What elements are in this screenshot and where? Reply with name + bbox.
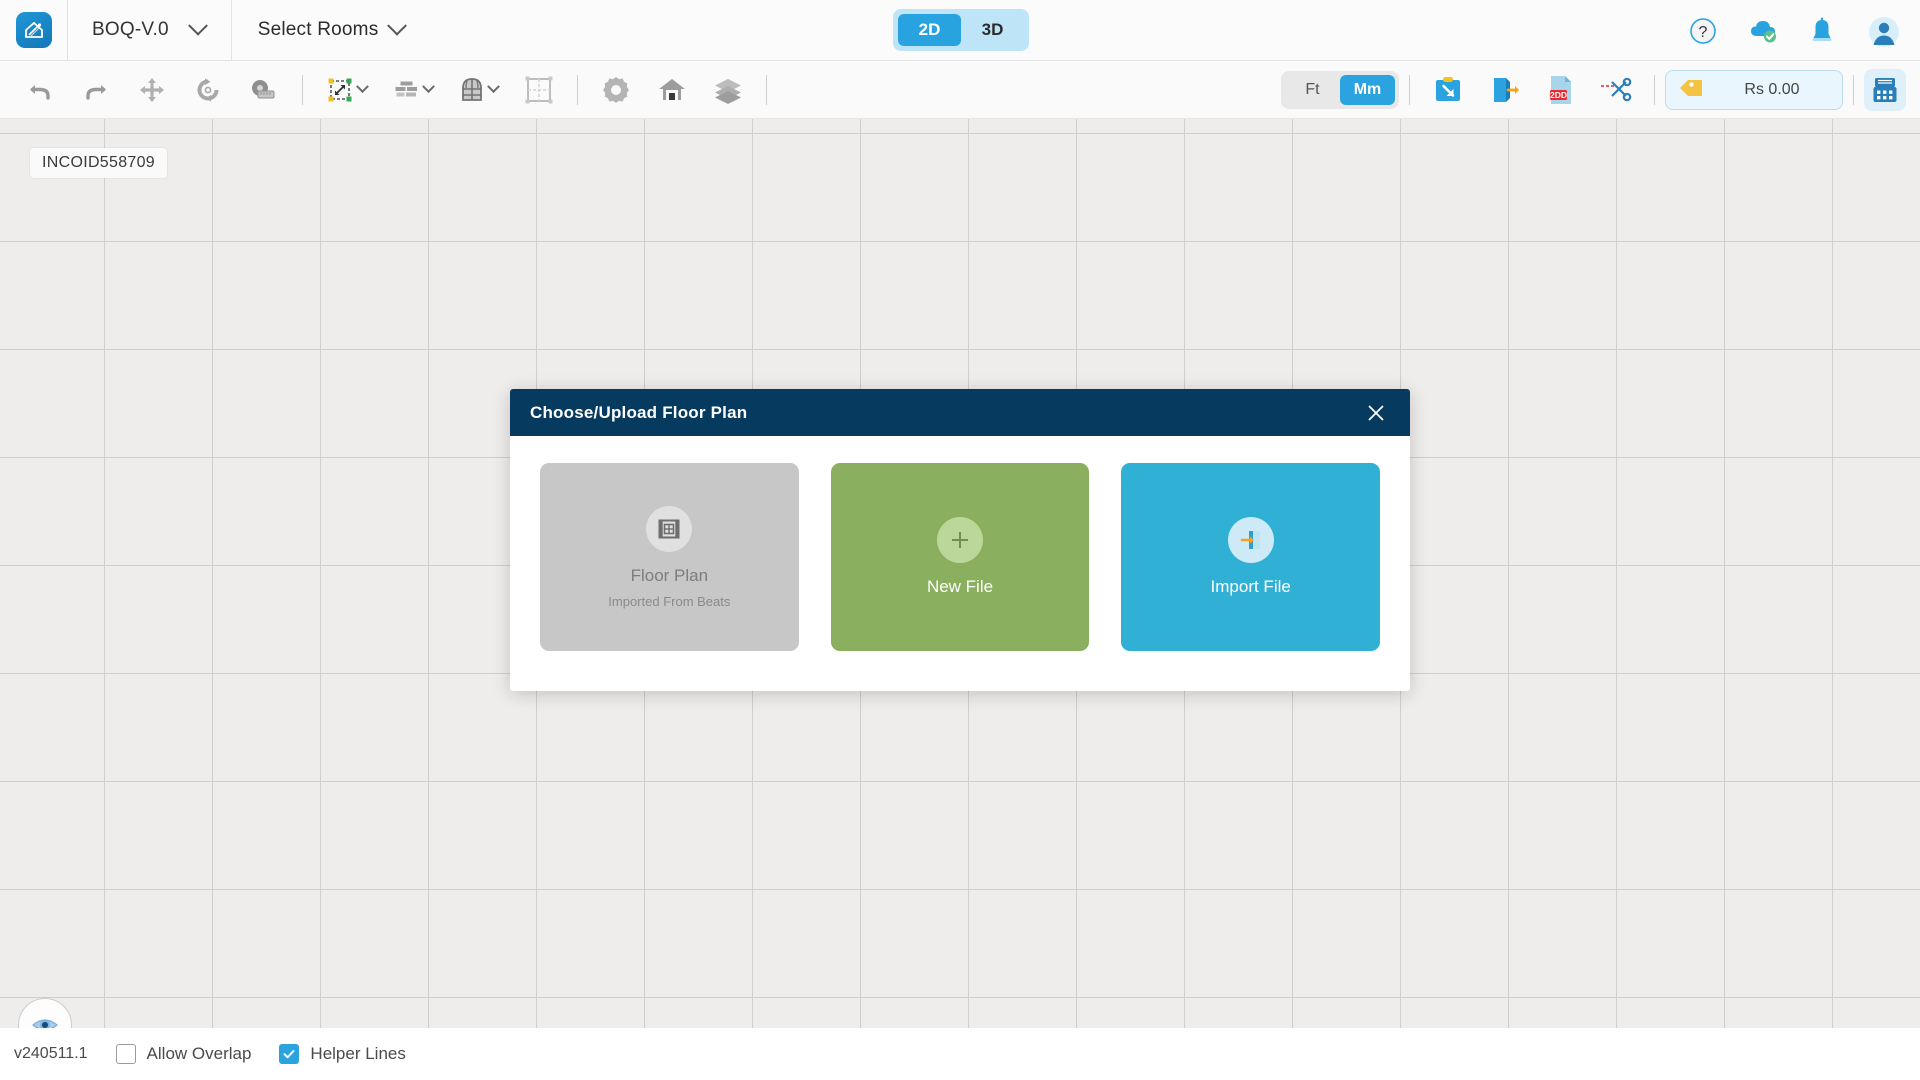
allow-overlap-label: Allow Overlap	[146, 1044, 252, 1063]
import-file-card[interactable]: Import File	[1121, 463, 1381, 651]
new-file-card[interactable]: New File	[830, 463, 1090, 651]
dialog-header: Choose/Upload Floor Plan	[510, 389, 1410, 436]
file-import-icon	[1227, 517, 1274, 563]
dialog-title: Choose/Upload Floor Plan	[530, 402, 748, 422]
floor-plan-card[interactable]: Floor Plan Imported From Beats	[540, 463, 799, 651]
import-file-card-title: Import File	[1210, 577, 1291, 596]
dialog-body: Floor Plan Imported From Beats New File	[510, 436, 1410, 651]
floor-plan-card-subtitle: Imported From Beats	[608, 593, 731, 609]
helper-lines-checkbox[interactable]: Helper Lines	[279, 1044, 406, 1064]
plus-icon	[937, 517, 983, 563]
helper-lines-label: Helper Lines	[310, 1044, 406, 1063]
allow-overlap-checkbox-box[interactable]	[115, 1044, 136, 1064]
app-root: BOQ-V.0 Select Rooms 2D 3D ? Ft Mm 2DD R…	[0, 0, 1920, 1080]
modal-overlay: Choose/Upload Floor Plan Floor Plan Impo…	[0, 0, 1920, 1080]
blueprint-icon	[646, 505, 693, 552]
choose-upload-floor-plan-dialog: Choose/Upload Floor Plan Floor Plan Impo…	[510, 389, 1410, 691]
allow-overlap-checkbox[interactable]: Allow Overlap	[115, 1044, 252, 1064]
version-label: v240511.1	[14, 1045, 88, 1062]
new-file-card-title: New File	[926, 577, 994, 596]
close-icon[interactable]	[1362, 399, 1390, 427]
helper-lines-checkbox-box[interactable]	[279, 1044, 300, 1064]
floor-plan-card-title: Floor Plan	[630, 565, 709, 585]
status-bar: v240511.1 Allow Overlap Helper Lines	[0, 1028, 1920, 1080]
